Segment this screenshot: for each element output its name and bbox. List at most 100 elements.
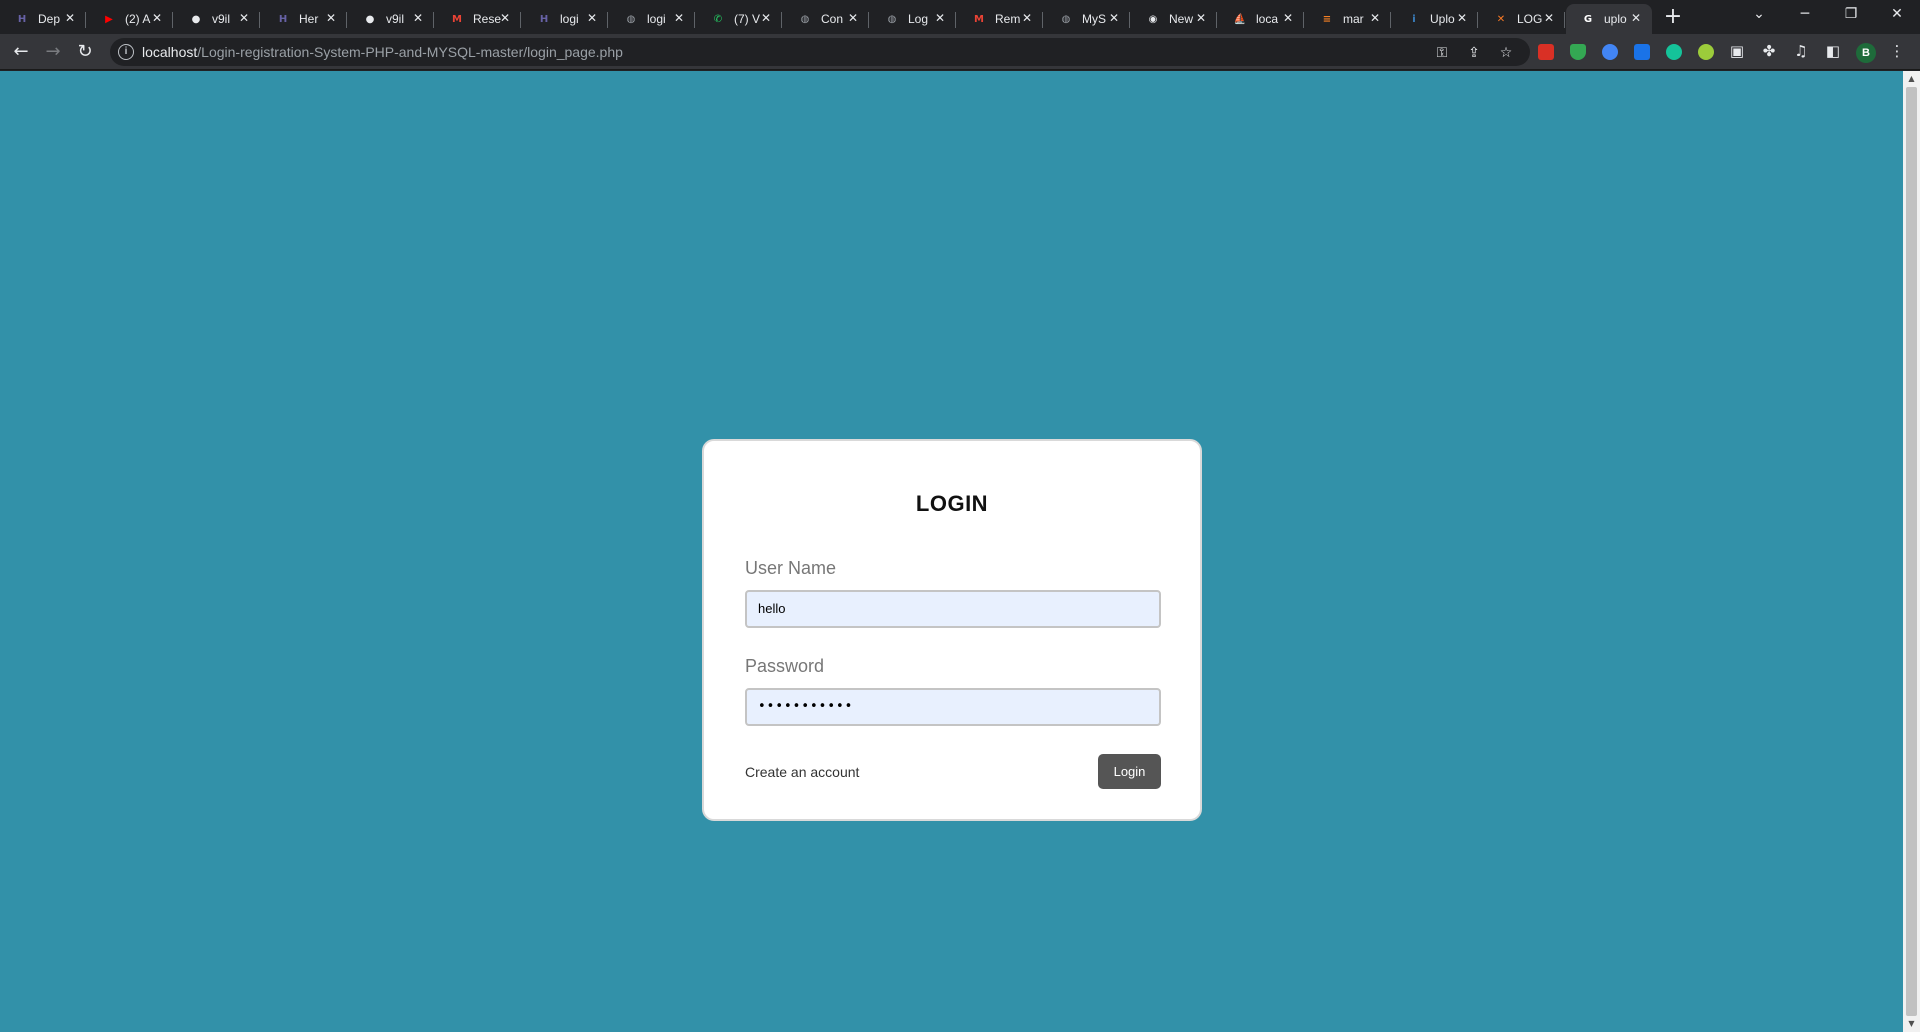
browser-menu-icon[interactable]: ⋮ <box>1887 41 1907 61</box>
globe-icon: ◍ <box>800 13 810 25</box>
tab-close-icon[interactable]: ✕ <box>932 10 948 26</box>
tab-close-icon[interactable]: ✕ <box>323 10 339 26</box>
tab-separator <box>955 12 956 28</box>
browser-tab[interactable]: ▶ (2) A ✕ <box>87 4 173 34</box>
stackoverflow-icon: ≡ <box>1322 13 1332 25</box>
tab-strip: H Dep ✕ ▶ (2) A ✕ ● v9il ✕ H Her ✕ ● v9il ✕ M Rese ✕ Hlogi… <box>0 0 1920 34</box>
tab-close-icon[interactable]: ✕ <box>1193 10 1209 26</box>
browser-toolbar: ← → ↻ i localhost/Login-registration-Sys… <box>0 34 1920 70</box>
restore-button[interactable]: ❐ <box>1828 0 1874 30</box>
reload-button[interactable]: ↻ <box>72 39 98 65</box>
page-viewport: LOGIN User Name hello Password •••••••••… <box>0 71 1903 1032</box>
google-icon: G <box>1583 13 1593 25</box>
browser-tab[interactable]: ◍ Log ✕ <box>870 4 956 34</box>
new-tab-button[interactable]: + <box>1661 6 1685 30</box>
browser-tab[interactable]: i Uplo ✕ <box>1392 4 1478 34</box>
tab-close-icon[interactable]: ✕ <box>1019 10 1035 26</box>
gmail-icon: M <box>974 13 984 25</box>
heroku-icon: H <box>17 13 27 25</box>
tab-close-icon[interactable]: ✕ <box>62 10 78 26</box>
extension-shield-icon[interactable] <box>1570 44 1586 60</box>
scrollbar-thumb[interactable] <box>1906 87 1917 1016</box>
side-panel-icon[interactable]: ◧ <box>1823 41 1843 61</box>
media-control-icon[interactable]: ♫ <box>1791 41 1811 61</box>
tab-separator <box>172 12 173 28</box>
youtube-icon: ▶ <box>105 13 113 25</box>
bookmark-star-icon[interactable]: ☆ <box>1497 44 1515 62</box>
close-window-button[interactable]: ✕ <box>1874 0 1920 30</box>
login-title: LOGIN <box>915 491 989 516</box>
extension-screen-icon[interactable]: ▣ <box>1727 41 1747 61</box>
browser-tab[interactable]: ◍ logi ✕ <box>609 4 695 34</box>
tab-close-icon[interactable]: ✕ <box>845 10 861 26</box>
browser-tab[interactable]: ≡ mar ✕ <box>1305 4 1391 34</box>
login-button[interactable]: Login <box>1098 754 1161 789</box>
address-bar[interactable]: i localhost/Login-registration-System-PH… <box>110 38 1530 66</box>
extension-translate-icon[interactable] <box>1634 44 1650 60</box>
browser-tab[interactable]: M Rese ✕ <box>435 4 521 34</box>
tab-close-icon[interactable]: ✕ <box>584 10 600 26</box>
forward-button[interactable]: → <box>40 39 66 65</box>
tab-close-icon[interactable]: ✕ <box>497 10 513 26</box>
login-card: LOGIN User Name hello Password •••••••••… <box>702 439 1202 821</box>
password-label: Password <box>745 656 825 676</box>
browser-tab[interactable]: M Rem ✕ <box>957 4 1043 34</box>
xampp-icon: ✕ <box>1496 13 1506 25</box>
browser-tab[interactable]: ● v9il ✕ <box>174 4 260 34</box>
gmail-icon: M <box>452 13 462 25</box>
tab-separator <box>1564 12 1565 28</box>
browser-tab[interactable]: ● v9il ✕ <box>348 4 434 34</box>
browser-tab[interactable]: H Dep ✕ <box>0 4 86 34</box>
tab-close-icon[interactable]: ✕ <box>236 10 252 26</box>
site-info-icon[interactable]: i <box>118 44 134 60</box>
globe-icon: ◍ <box>887 13 897 25</box>
tab-separator <box>1129 12 1130 28</box>
password-key-icon[interactable]: ⚿ <box>1433 44 1451 62</box>
username-input[interactable]: hello <box>745 590 1161 628</box>
github-icon: ● <box>191 13 201 25</box>
profile-avatar[interactable]: B <box>1856 43 1876 63</box>
tab-search-icon[interactable]: ⌄ <box>1736 0 1782 30</box>
tab-close-icon[interactable]: ✕ <box>1367 10 1383 26</box>
scroll-up-arrow-icon[interactable]: ▲ <box>1903 71 1920 87</box>
browser-tab[interactable]: ✕ LOG ✕ <box>1479 4 1565 34</box>
tab-close-icon[interactable]: ✕ <box>149 10 165 26</box>
extension-blue-icon[interactable] <box>1602 44 1618 60</box>
tab-close-icon[interactable]: ✕ <box>1628 10 1644 26</box>
username-label: User Name <box>745 558 837 578</box>
tab-separator <box>1303 12 1304 28</box>
browser-tab[interactable]: ⛵ loca ✕ <box>1218 4 1304 34</box>
browser-tab[interactable]: Guplo ✕ <box>1566 4 1652 34</box>
extensions-puzzle-icon[interactable]: ✤ <box>1759 41 1779 61</box>
browser-tab[interactable]: ◍ Con ✕ <box>783 4 869 34</box>
url-text[interactable]: localhost/Login-registration-System-PHP-… <box>142 44 623 60</box>
tab-close-icon[interactable]: ✕ <box>1280 10 1296 26</box>
extension-red-icon[interactable] <box>1538 44 1554 60</box>
scroll-down-arrow-icon[interactable]: ▼ <box>1903 1016 1920 1032</box>
browser-tab[interactable]: ◍ MyS ✕ <box>1044 4 1130 34</box>
url-path: /Login-registration-System-PHP-and-MYSQL… <box>197 44 623 60</box>
extension-grammarly-icon[interactable] <box>1666 44 1682 60</box>
password-input[interactable]: ••••••••••• <box>745 688 1161 726</box>
tab-close-icon[interactable]: ✕ <box>410 10 426 26</box>
browser-tab[interactable]: ✆ (7) V ✕ <box>696 4 782 34</box>
tab-separator <box>1477 12 1478 28</box>
tab-close-icon[interactable]: ✕ <box>1541 10 1557 26</box>
tab-separator <box>433 12 434 28</box>
extension-yellow-icon[interactable] <box>1698 44 1714 60</box>
browser-tab[interactable]: ◉ New ✕ <box>1131 4 1217 34</box>
create-account-link[interactable]: Create an account <box>745 764 859 780</box>
tab-close-icon[interactable]: ✕ <box>671 10 687 26</box>
github-icon: ● <box>365 13 375 25</box>
vertical-scrollbar[interactable]: ▲ ▼ <box>1903 71 1920 1032</box>
tab-close-icon[interactable]: ✕ <box>1106 10 1122 26</box>
heroku-icon: H <box>278 13 288 25</box>
share-icon[interactable]: ⇪ <box>1465 44 1483 62</box>
tab-close-icon[interactable]: ✕ <box>1454 10 1470 26</box>
browser-tab[interactable]: H Her ✕ <box>261 4 347 34</box>
browser-tab[interactable]: Hlogi ✕ <box>522 4 608 34</box>
back-button[interactable]: ← <box>8 39 34 65</box>
minimize-button[interactable]: ─ <box>1782 0 1828 30</box>
url-host: localhost <box>142 44 198 60</box>
tab-close-icon[interactable]: ✕ <box>758 10 774 26</box>
